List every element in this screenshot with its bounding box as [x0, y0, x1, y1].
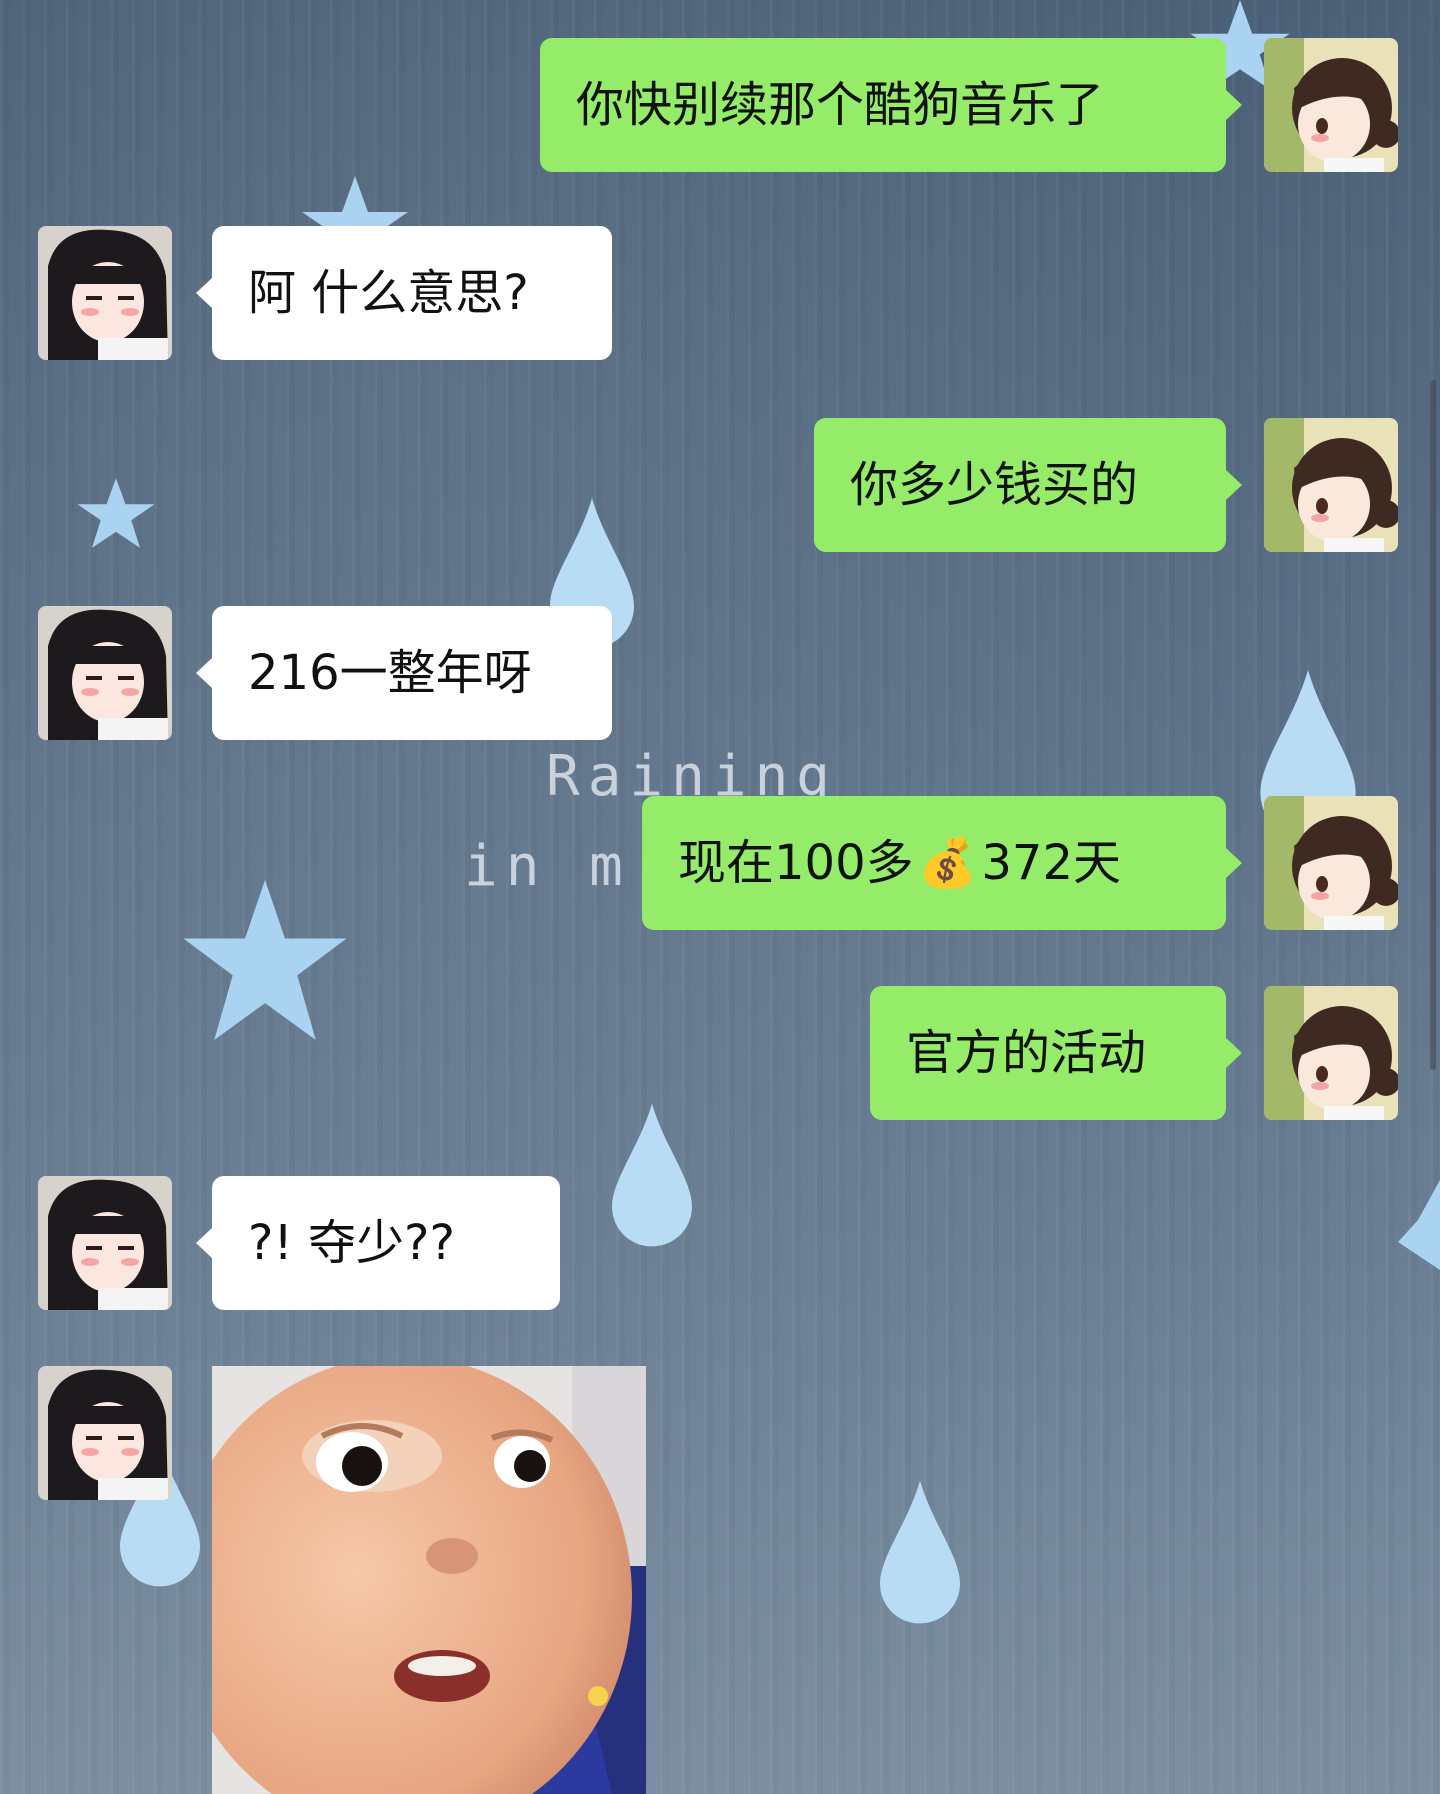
message-bubble[interactable]: 你快别续那个酷狗音乐了 — [540, 38, 1242, 172]
raindrop-decoration — [612, 1100, 692, 1250]
anime-girl-brown-hair-avatar-icon — [1264, 796, 1398, 930]
friend-avatar[interactable] — [38, 1176, 172, 1310]
anime-girl-black-hair-avatar-icon — [38, 1176, 172, 1310]
message-bubble[interactable]: 官方的活动 — [870, 986, 1242, 1120]
self-avatar[interactable] — [1264, 986, 1398, 1120]
message-text: 现在100多 — [678, 835, 914, 891]
anime-girl-brown-hair-avatar-icon — [1264, 38, 1398, 172]
message-text: 阿 什么意思? — [248, 265, 529, 321]
anime-girl-black-hair-avatar-icon — [38, 1366, 172, 1500]
self-avatar[interactable] — [1264, 418, 1398, 552]
money-bag-emoji-icon: 💰 — [917, 835, 978, 891]
anime-girl-black-hair-avatar-icon — [38, 606, 172, 740]
friend-avatar[interactable] — [38, 1366, 172, 1500]
anime-girl-brown-hair-avatar-icon — [1264, 986, 1398, 1120]
message-bubble[interactable]: 现在100多💰372天 — [642, 796, 1242, 930]
message-bubble[interactable]: ?! 夺少?? — [196, 1176, 560, 1310]
star-decoration — [1398, 1180, 1440, 1270]
message-text: 216一整年呀 — [248, 645, 532, 701]
friend-avatar[interactable] — [38, 606, 172, 740]
raindrop-decoration — [880, 1474, 960, 1630]
self-avatar[interactable] — [1264, 38, 1398, 172]
star-decoration — [76, 478, 156, 548]
star-decoration — [180, 880, 350, 1040]
message-bubble[interactable]: 阿 什么意思? — [196, 226, 612, 360]
surprised-baby-sticker-icon — [212, 1366, 646, 1794]
scrollbar[interactable] — [1430, 380, 1436, 1070]
anime-girl-black-hair-avatar-icon — [38, 226, 172, 360]
message-bubble[interactable]: 216一整年呀 — [196, 606, 612, 740]
message-bubble[interactable]: 你多少钱买的 — [814, 418, 1242, 552]
anime-girl-brown-hair-avatar-icon — [1264, 418, 1398, 552]
message-text: 官方的活动 — [906, 1025, 1147, 1081]
message-text: ?! 夺少?? — [248, 1215, 455, 1271]
friend-avatar[interactable] — [38, 226, 172, 360]
surprised-baby-sticker[interactable] — [212, 1366, 646, 1794]
message-text: 你快别续那个酷狗音乐了 — [576, 77, 1105, 133]
background-watermark: in m — [464, 834, 631, 899]
message-text: 372天 — [981, 835, 1122, 891]
self-avatar[interactable] — [1264, 796, 1398, 930]
message-text: 你多少钱买的 — [850, 457, 1139, 513]
